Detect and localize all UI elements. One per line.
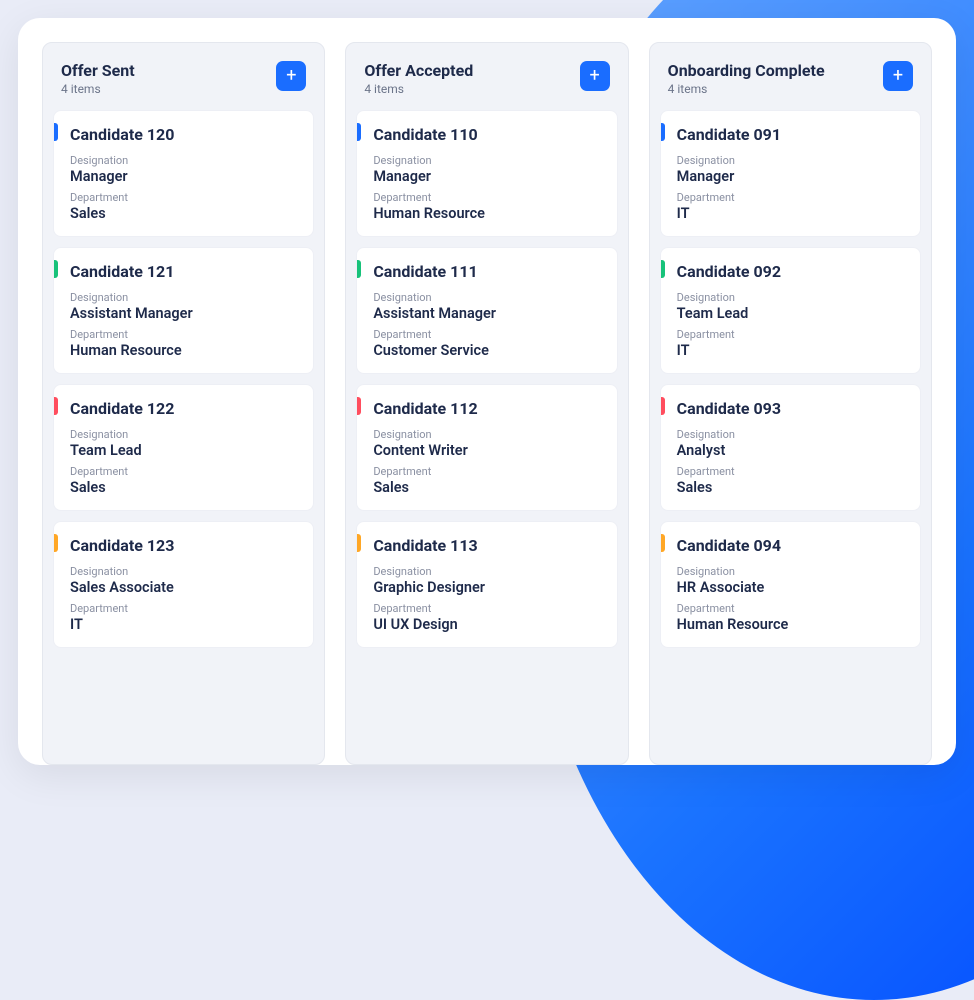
department-value: UI UX Design (373, 616, 602, 633)
candidate-card[interactable]: Candidate 123 Designation Sales Associat… (53, 521, 314, 648)
designation-label: Designation (677, 291, 906, 304)
card-title: Candidate 122 (70, 399, 299, 418)
department-value: Customer Service (373, 342, 602, 359)
candidate-card[interactable]: Candidate 092 Designation Team Lead Depa… (660, 247, 921, 374)
candidate-card[interactable]: Candidate 094 Designation HR Associate D… (660, 521, 921, 648)
candidate-card[interactable]: Candidate 120 Designation Manager Depart… (53, 110, 314, 237)
department-value: Human Resource (373, 205, 602, 222)
column-offer-sent: Offer Sent 4 items + Candidate 120 Desig… (42, 42, 325, 765)
column-title-wrap: Offer Sent 4 items (61, 61, 135, 96)
candidate-card[interactable]: Candidate 113 Designation Graphic Design… (356, 521, 617, 648)
card-list: Candidate 120 Designation Manager Depart… (53, 110, 314, 648)
department-label: Department (70, 328, 299, 341)
column-count: 4 items (668, 82, 825, 96)
column-onboarding-complete: Onboarding Complete 4 items + Candidate … (649, 42, 932, 765)
department-value: Human Resource (677, 616, 906, 633)
column-offer-accepted: Offer Accepted 4 items + Candidate 110 D… (345, 42, 628, 765)
department-value: IT (677, 342, 906, 359)
card-title: Candidate 094 (677, 536, 906, 555)
designation-label: Designation (70, 428, 299, 441)
candidate-card[interactable]: Candidate 121 Designation Assistant Mana… (53, 247, 314, 374)
department-label: Department (677, 328, 906, 341)
card-title: Candidate 110 (373, 125, 602, 144)
designation-value: Content Writer (373, 442, 602, 459)
add-button[interactable]: + (883, 61, 913, 91)
designation-label: Designation (373, 154, 602, 167)
department-label: Department (373, 602, 602, 615)
designation-label: Designation (373, 291, 602, 304)
card-title: Candidate 121 (70, 262, 299, 281)
candidate-card[interactable]: Candidate 112 Designation Content Writer… (356, 384, 617, 511)
designation-value: Manager (70, 168, 299, 185)
candidate-card[interactable]: Candidate 122 Designation Team Lead Depa… (53, 384, 314, 511)
card-title: Candidate 111 (373, 262, 602, 281)
designation-label: Designation (373, 428, 602, 441)
column-count: 4 items (364, 82, 473, 96)
designation-value: Sales Associate (70, 579, 299, 596)
designation-label: Designation (677, 565, 906, 578)
card-title: Candidate 113 (373, 536, 602, 555)
designation-label: Designation (70, 565, 299, 578)
designation-value: Team Lead (70, 442, 299, 459)
card-title: Candidate 123 (70, 536, 299, 555)
department-value: Sales (70, 205, 299, 222)
card-title: Candidate 112 (373, 399, 602, 418)
department-label: Department (373, 328, 602, 341)
card-title: Candidate 091 (677, 125, 906, 144)
add-button[interactable]: + (276, 61, 306, 91)
designation-value: Graphic Designer (373, 579, 602, 596)
department-value: Sales (373, 479, 602, 496)
department-label: Department (70, 191, 299, 204)
column-title: Onboarding Complete (668, 61, 825, 80)
column-title-wrap: Offer Accepted 4 items (364, 61, 473, 96)
designation-value: Manager (373, 168, 602, 185)
column-header: Offer Accepted 4 items + (356, 53, 617, 110)
designation-label: Designation (677, 428, 906, 441)
designation-label: Designation (70, 291, 299, 304)
card-list: Candidate 110 Designation Manager Depart… (356, 110, 617, 648)
kanban-board: Offer Sent 4 items + Candidate 120 Desig… (18, 18, 956, 765)
department-label: Department (677, 602, 906, 615)
candidate-card[interactable]: Candidate 111 Designation Assistant Mana… (356, 247, 617, 374)
designation-value: Assistant Manager (373, 305, 602, 322)
department-value: Sales (677, 479, 906, 496)
department-value: IT (70, 616, 299, 633)
candidate-card[interactable]: Candidate 091 Designation Manager Depart… (660, 110, 921, 237)
department-label: Department (70, 602, 299, 615)
designation-value: Team Lead (677, 305, 906, 322)
card-list: Candidate 091 Designation Manager Depart… (660, 110, 921, 648)
card-title: Candidate 120 (70, 125, 299, 144)
add-button[interactable]: + (580, 61, 610, 91)
designation-label: Designation (70, 154, 299, 167)
designation-label: Designation (677, 154, 906, 167)
designation-value: Assistant Manager (70, 305, 299, 322)
department-value: IT (677, 205, 906, 222)
designation-value: Analyst (677, 442, 906, 459)
department-label: Department (373, 465, 602, 478)
department-label: Department (677, 465, 906, 478)
department-label: Department (70, 465, 299, 478)
column-count: 4 items (61, 82, 135, 96)
department-label: Department (373, 191, 602, 204)
column-title-wrap: Onboarding Complete 4 items (668, 61, 825, 96)
designation-label: Designation (373, 565, 602, 578)
column-header: Onboarding Complete 4 items + (660, 53, 921, 110)
department-value: Sales (70, 479, 299, 496)
column-title: Offer Accepted (364, 61, 473, 80)
designation-value: Manager (677, 168, 906, 185)
column-header: Offer Sent 4 items + (53, 53, 314, 110)
department-value: Human Resource (70, 342, 299, 359)
department-label: Department (677, 191, 906, 204)
column-title: Offer Sent (61, 61, 135, 80)
card-title: Candidate 093 (677, 399, 906, 418)
designation-value: HR Associate (677, 579, 906, 596)
card-title: Candidate 092 (677, 262, 906, 281)
candidate-card[interactable]: Candidate 110 Designation Manager Depart… (356, 110, 617, 237)
candidate-card[interactable]: Candidate 093 Designation Analyst Depart… (660, 384, 921, 511)
